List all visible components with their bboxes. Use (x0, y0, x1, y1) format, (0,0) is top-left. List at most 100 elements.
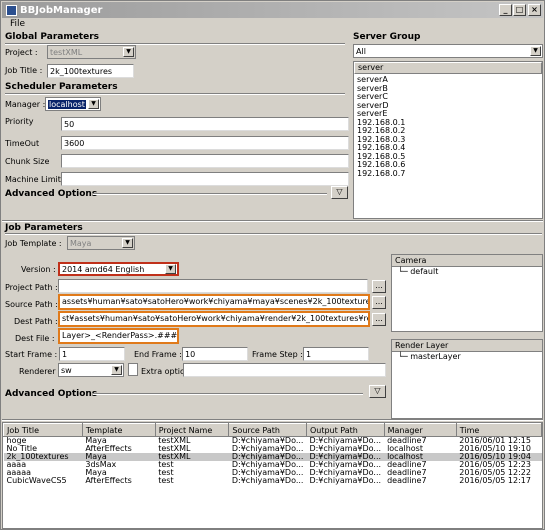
job-title-field[interactable]: 2k_100textures (47, 64, 134, 78)
table-cell: 2016/06/01 12:15 (459, 436, 531, 445)
project-combo[interactable]: testXML ▼ (47, 45, 136, 59)
column-header[interactable]: Output Path (305, 423, 385, 437)
scheduler-advanced-options-label: Advanced Options (5, 189, 98, 199)
source-path-label: Source Path : (5, 300, 58, 309)
job-title-label: Job Title : (5, 66, 43, 75)
machine-limit-field[interactable] (61, 172, 349, 186)
table-header-row: Job Title Template Project Name Source Path… (3, 423, 542, 437)
manager-label: Manager : (5, 100, 46, 109)
chevron-down-icon: ▼ (165, 264, 176, 274)
chunk-size-field[interactable] (61, 154, 349, 168)
server-group-value: All (356, 47, 366, 56)
timeout-label: TimeOut (5, 139, 40, 148)
frame-step-field[interactable]: 1 (303, 347, 369, 361)
table-cell: test (158, 469, 174, 477)
menu-file[interactable]: File (10, 19, 25, 29)
column-header[interactable]: Job Title (3, 423, 83, 437)
camera-item[interactable]: └─ default (392, 267, 542, 277)
table-cell: deadline7 (387, 436, 427, 445)
start-frame-field[interactable]: 1 (59, 347, 125, 361)
camera-panel: Camera └─ default (391, 254, 543, 332)
column-header[interactable]: Template (81, 423, 156, 437)
table-row[interactable]: aaaa 3dsMax test D:¥chiyama¥Do... D:¥chiyama… (4, 461, 542, 469)
table-cell: Maya (85, 436, 107, 445)
chevron-down-icon: ▼ (530, 46, 541, 56)
project-value: testXML (50, 48, 83, 57)
column-header[interactable]: Source Path (228, 423, 307, 437)
table-cell: hoge (6, 436, 27, 445)
manager-combo[interactable]: localhost ▼ (45, 97, 101, 111)
table-cell: 2016/05/05 12:22 (459, 469, 531, 477)
job-parameters-header: Job Parameters (5, 223, 83, 233)
table-cell: D:¥chiyama¥Do... (309, 469, 382, 477)
close-button[interactable]: × (528, 4, 541, 16)
table-cell: D:¥chiyama¥Do... (306, 453, 385, 461)
column-header[interactable]: Manager (383, 423, 457, 437)
table-cell: D:¥chiyama¥Do... (231, 436, 304, 445)
table-cell: testXML (155, 453, 229, 461)
server-list-header[interactable]: server (354, 62, 542, 74)
chevron-down-icon: ▼ (88, 99, 99, 109)
table-row[interactable]: hoge Maya testXML D:¥chiyama¥Do... D:¥chiyam… (4, 437, 542, 446)
camera-header: Camera (392, 255, 542, 267)
table-cell: deadline7 (387, 461, 427, 469)
minimize-button[interactable]: _ (499, 4, 512, 16)
job-advanced-options-label: Advanced Options (5, 389, 98, 399)
job-advanced-toggle[interactable]: ▽ (369, 385, 386, 398)
end-frame-field[interactable]: 10 (182, 347, 248, 361)
table-row[interactable]: No Title AfterEffects testXML D:¥chiyama¥Do… (4, 445, 542, 453)
triangle-down-icon: ▽ (374, 386, 381, 395)
dest-file-field[interactable]: Layer>_<RenderPass>.####.iff (58, 328, 179, 344)
table-cell: 2016/05/10 19:10 (459, 445, 531, 453)
render-layer-item[interactable]: └─ masterLayer (392, 352, 542, 362)
dest-path-field[interactable]: st¥assets¥human¥sato¥satoHero¥work¥chiya… (58, 311, 370, 327)
project-path-field[interactable] (58, 279, 368, 293)
version-combo[interactable]: 2014 amd64 English ▼ (58, 262, 179, 276)
table-cell: D:¥chiyama¥Do... (309, 445, 382, 453)
frame-step-label: Frame Step : (252, 350, 303, 359)
job-template-combo[interactable]: Maya ▼ (67, 236, 135, 250)
table-cell: 2016/05/05 12:17 (459, 477, 531, 485)
table-cell: testXML (158, 436, 191, 445)
scheduler-advanced-toggle[interactable]: ▽ (331, 186, 348, 199)
chevron-down-icon: ▼ (111, 365, 122, 375)
source-path-browse-button[interactable]: ... (372, 296, 386, 309)
extra-options-field[interactable] (183, 363, 386, 377)
server-list[interactable]: server serverA serverB serverC serverD serve… (353, 61, 543, 219)
end-frame-label: End Frame : (134, 350, 182, 359)
machine-limit-label: Machine Limit (5, 175, 61, 184)
job-table[interactable]: Job Title Template Project Name Source Path… (2, 422, 543, 529)
table-cell: test (158, 477, 174, 485)
column-header[interactable]: Time (455, 423, 542, 437)
table-cell: Maya (82, 453, 156, 461)
job-template-value: Maya (70, 239, 92, 248)
scheduler-parameters-header: Scheduler Parameters (5, 82, 118, 92)
table-row[interactable]: aaaaa Maya test D:¥chiyama¥Do... D:¥chiyama¥… (4, 469, 542, 477)
timeout-field[interactable]: 3600 (61, 136, 349, 150)
title-bar[interactable]: BBJobManager (2, 2, 543, 18)
renderer-combo[interactable]: sw ▼ (58, 363, 124, 377)
renderer-label: Renderer : (19, 367, 61, 376)
dest-file-label: Dest File : (15, 334, 55, 343)
server-group-combo[interactable]: All ▼ (353, 44, 543, 58)
renderer-value: sw (61, 366, 72, 375)
column-header[interactable]: Project Name (154, 423, 230, 437)
priority-field[interactable]: 50 (61, 117, 349, 131)
manager-value: localhost (48, 100, 86, 109)
source-path-field[interactable]: assets¥human¥sato¥satoHero¥work¥chiyama¥… (58, 294, 370, 310)
table-cell: D:¥chiyama¥Do... (231, 469, 304, 477)
version-label: Version : (21, 265, 56, 274)
table-row[interactable]: CubicWaveCS5 AfterEffects test D:¥chiyama¥D… (4, 477, 542, 485)
table-row[interactable]: 2k_100textures Maya testXML D:¥chiyama¥Do..… (3, 453, 542, 461)
maximize-button[interactable]: □ (513, 4, 526, 16)
table-body: hoge Maya testXML D:¥chiyama¥Do... D:¥chiyam… (3, 437, 542, 486)
table-cell: D:¥chiyama¥Do... (231, 461, 304, 469)
table-cell: 2k_100textures (3, 453, 83, 461)
server-list-item[interactable]: 192.168.0.7 (354, 169, 542, 179)
project-path-browse-button[interactable]: ... (372, 280, 386, 293)
table-cell: D:¥chiyama¥Do... (231, 477, 304, 485)
app-window: BBJobManager _ □ × File Global Parameter… (0, 0, 545, 530)
extra-options-checkbox[interactable] (128, 363, 138, 376)
dest-path-browse-button[interactable]: ... (372, 313, 386, 326)
table-cell: deadline7 (387, 469, 427, 477)
